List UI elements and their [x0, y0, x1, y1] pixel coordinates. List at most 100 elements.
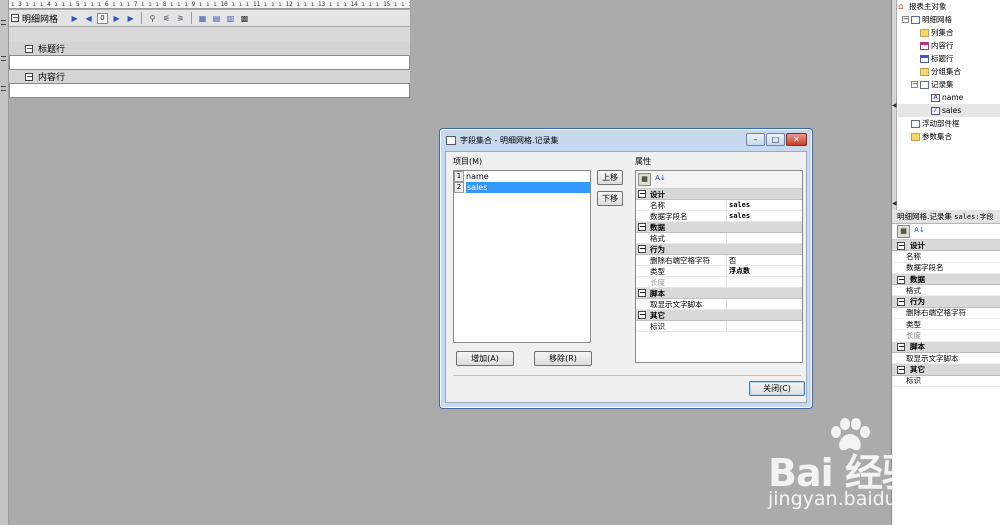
- field-collection-dialog: 字段集合 - 明细网格.记录集 – □ ✕ 项目(M) 属性 1 name 2 …: [439, 128, 813, 409]
- side-property-label: 标识: [906, 376, 921, 386]
- collapse-icon[interactable]: −: [897, 343, 905, 352]
- property-row[interactable]: 数据字段名 sales: [636, 210, 802, 222]
- first-page-icon[interactable]: ▶︎: [69, 13, 80, 24]
- maximize-icon[interactable]: □: [766, 133, 785, 146]
- side-category-row[interactable]: − 设计: [892, 240, 1000, 252]
- collapse-icon[interactable]: −: [638, 289, 646, 297]
- category-row[interactable]: − 数据: [636, 222, 802, 233]
- list-item[interactable]: 1 name: [454, 171, 590, 182]
- property-row[interactable]: 取显示文字脚本: [636, 298, 802, 310]
- move-up-button[interactable]: 上移: [597, 170, 623, 185]
- side-property-row[interactable]: 长度: [892, 330, 1000, 342]
- tree-item-root[interactable]: ⌂ 报表主对象: [898, 0, 1000, 13]
- collapse-icon[interactable]: −: [638, 223, 646, 231]
- clear-filter-icon[interactable]: ⚞: [175, 13, 186, 24]
- band-header-title-row[interactable]: − 标题行: [9, 42, 410, 55]
- property-row[interactable]: 名称 sales: [636, 199, 802, 211]
- side-property-label: 长度: [906, 331, 921, 341]
- side-property-row[interactable]: 取显示文字脚本: [892, 353, 1000, 365]
- move-down-button[interactable]: 下移: [597, 191, 623, 206]
- grid-rows-icon[interactable]: ▥: [225, 13, 236, 24]
- property-row[interactable]: 类型 浮点数: [636, 265, 802, 277]
- tree-item-params[interactable]: 参数集合: [898, 130, 1000, 143]
- side-category-row[interactable]: − 脚本: [892, 341, 1000, 353]
- page-number-input[interactable]: 0: [97, 12, 109, 24]
- tree-item-title-row[interactable]: 标题行: [898, 52, 1000, 65]
- next-page-icon[interactable]: ▶: [111, 13, 122, 24]
- tree-item-field-sales[interactable]: ⁄ sales: [898, 104, 1000, 117]
- collapse-icon[interactable]: −: [638, 190, 646, 198]
- filter-icon[interactable]: ⚟: [161, 13, 172, 24]
- last-page-icon[interactable]: ▶: [125, 13, 136, 24]
- grid-title: 明细网格: [22, 14, 59, 25]
- collapse-icon[interactable]: −: [897, 275, 905, 284]
- tree-item-field-name[interactable]: A name: [898, 91, 1000, 104]
- side-property-row[interactable]: 标识: [892, 376, 1000, 387]
- side-property-row[interactable]: 删除右端空格字符: [892, 308, 1000, 320]
- margin-marker: [1, 20, 6, 21]
- tree-item-grid[interactable]: − 明细网格: [898, 13, 1000, 26]
- collapse-icon[interactable]: −: [25, 72, 33, 81]
- minimize-icon[interactable]: –: [746, 133, 765, 146]
- tree-item-floating-frame[interactable]: 浮动部件框: [898, 117, 1000, 130]
- grid-settings-icon[interactable]: ▩: [239, 13, 250, 24]
- side-category-row[interactable]: − 行为: [892, 296, 1000, 308]
- band-header-content-row[interactable]: − 内容行: [9, 70, 410, 83]
- tree-item-recordset[interactable]: − 记录集: [898, 78, 1000, 91]
- collapse-icon[interactable]: −: [897, 365, 905, 374]
- arrow-left-icon[interactable]: ◀: [892, 102, 897, 109]
- arrow-left-icon[interactable]: ◀: [892, 200, 897, 207]
- property-value[interactable]: sales: [727, 212, 750, 220]
- collapse-icon[interactable]: −: [25, 44, 33, 53]
- binoculars-icon[interactable]: ⚲: [147, 13, 158, 24]
- prev-page-icon[interactable]: ◀: [83, 13, 94, 24]
- margin-marker: [1, 56, 6, 57]
- collapse-icon[interactable]: −: [638, 311, 646, 319]
- collapse-icon[interactable]: −: [11, 14, 19, 22]
- categorized-icon[interactable]: ▦: [897, 225, 910, 238]
- remove-button[interactable]: 移除(R): [534, 351, 592, 366]
- close-button[interactable]: 关闭(C): [749, 381, 805, 396]
- collapse-icon[interactable]: −: [897, 241, 905, 250]
- side-category-row[interactable]: − 其它: [892, 364, 1000, 376]
- grid-columns-icon[interactable]: ▤: [211, 13, 222, 24]
- category-row[interactable]: − 其它: [636, 310, 802, 321]
- tree-item-label: 标题行: [931, 54, 954, 63]
- property-row[interactable]: 格式: [636, 232, 802, 244]
- collapse-icon[interactable]: −: [911, 81, 918, 88]
- property-value[interactable]: 浮点数: [727, 266, 750, 276]
- sort-alpha-icon[interactable]: A↓: [913, 225, 926, 238]
- band-body-content-row[interactable]: [9, 83, 410, 98]
- house-icon: ⌂: [898, 1, 904, 12]
- collapse-icon[interactable]: −: [638, 245, 646, 253]
- list-item-selected[interactable]: 2 sales: [454, 182, 590, 193]
- property-row[interactable]: 长度: [636, 276, 802, 288]
- grid-layout-icon[interactable]: ▦: [197, 13, 208, 24]
- tree-item-label: 列集合: [931, 28, 954, 37]
- tree-item-columns[interactable]: 列集合: [898, 26, 1000, 39]
- side-property-row[interactable]: 类型: [892, 319, 1000, 331]
- side-property-row[interactable]: 数据字段名: [892, 263, 1000, 274]
- collapse-icon[interactable]: −: [897, 298, 905, 307]
- property-name: 数据字段名: [648, 210, 727, 222]
- category-row[interactable]: − 设计: [636, 189, 802, 200]
- property-value[interactable]: sales: [727, 201, 750, 209]
- list-item-number: 1: [454, 171, 464, 182]
- side-property-row[interactable]: 名称: [892, 251, 1000, 263]
- categorized-icon[interactable]: ▦: [638, 173, 651, 186]
- side-property-row[interactable]: 格式: [892, 285, 1000, 297]
- sort-alpha-icon[interactable]: A↓: [654, 173, 667, 186]
- side-category-row[interactable]: − 数据: [892, 273, 1000, 286]
- property-value[interactable]: 否: [727, 255, 737, 266]
- category-row[interactable]: − 行为: [636, 244, 802, 255]
- property-row[interactable]: 删除右端空格字符否: [636, 254, 802, 266]
- close-icon[interactable]: ✕: [786, 133, 807, 146]
- tree-item-content-row[interactable]: 内容行: [898, 39, 1000, 52]
- category-row[interactable]: − 脚本: [636, 288, 802, 299]
- add-button[interactable]: 增加(A): [456, 351, 514, 366]
- property-row[interactable]: 标识: [636, 320, 802, 332]
- items-listbox[interactable]: 1 name 2 sales: [453, 170, 591, 343]
- tree-item-groups[interactable]: 分组集合: [898, 65, 1000, 78]
- band-body-title-row[interactable]: [9, 55, 410, 70]
- collapse-icon[interactable]: −: [902, 16, 909, 23]
